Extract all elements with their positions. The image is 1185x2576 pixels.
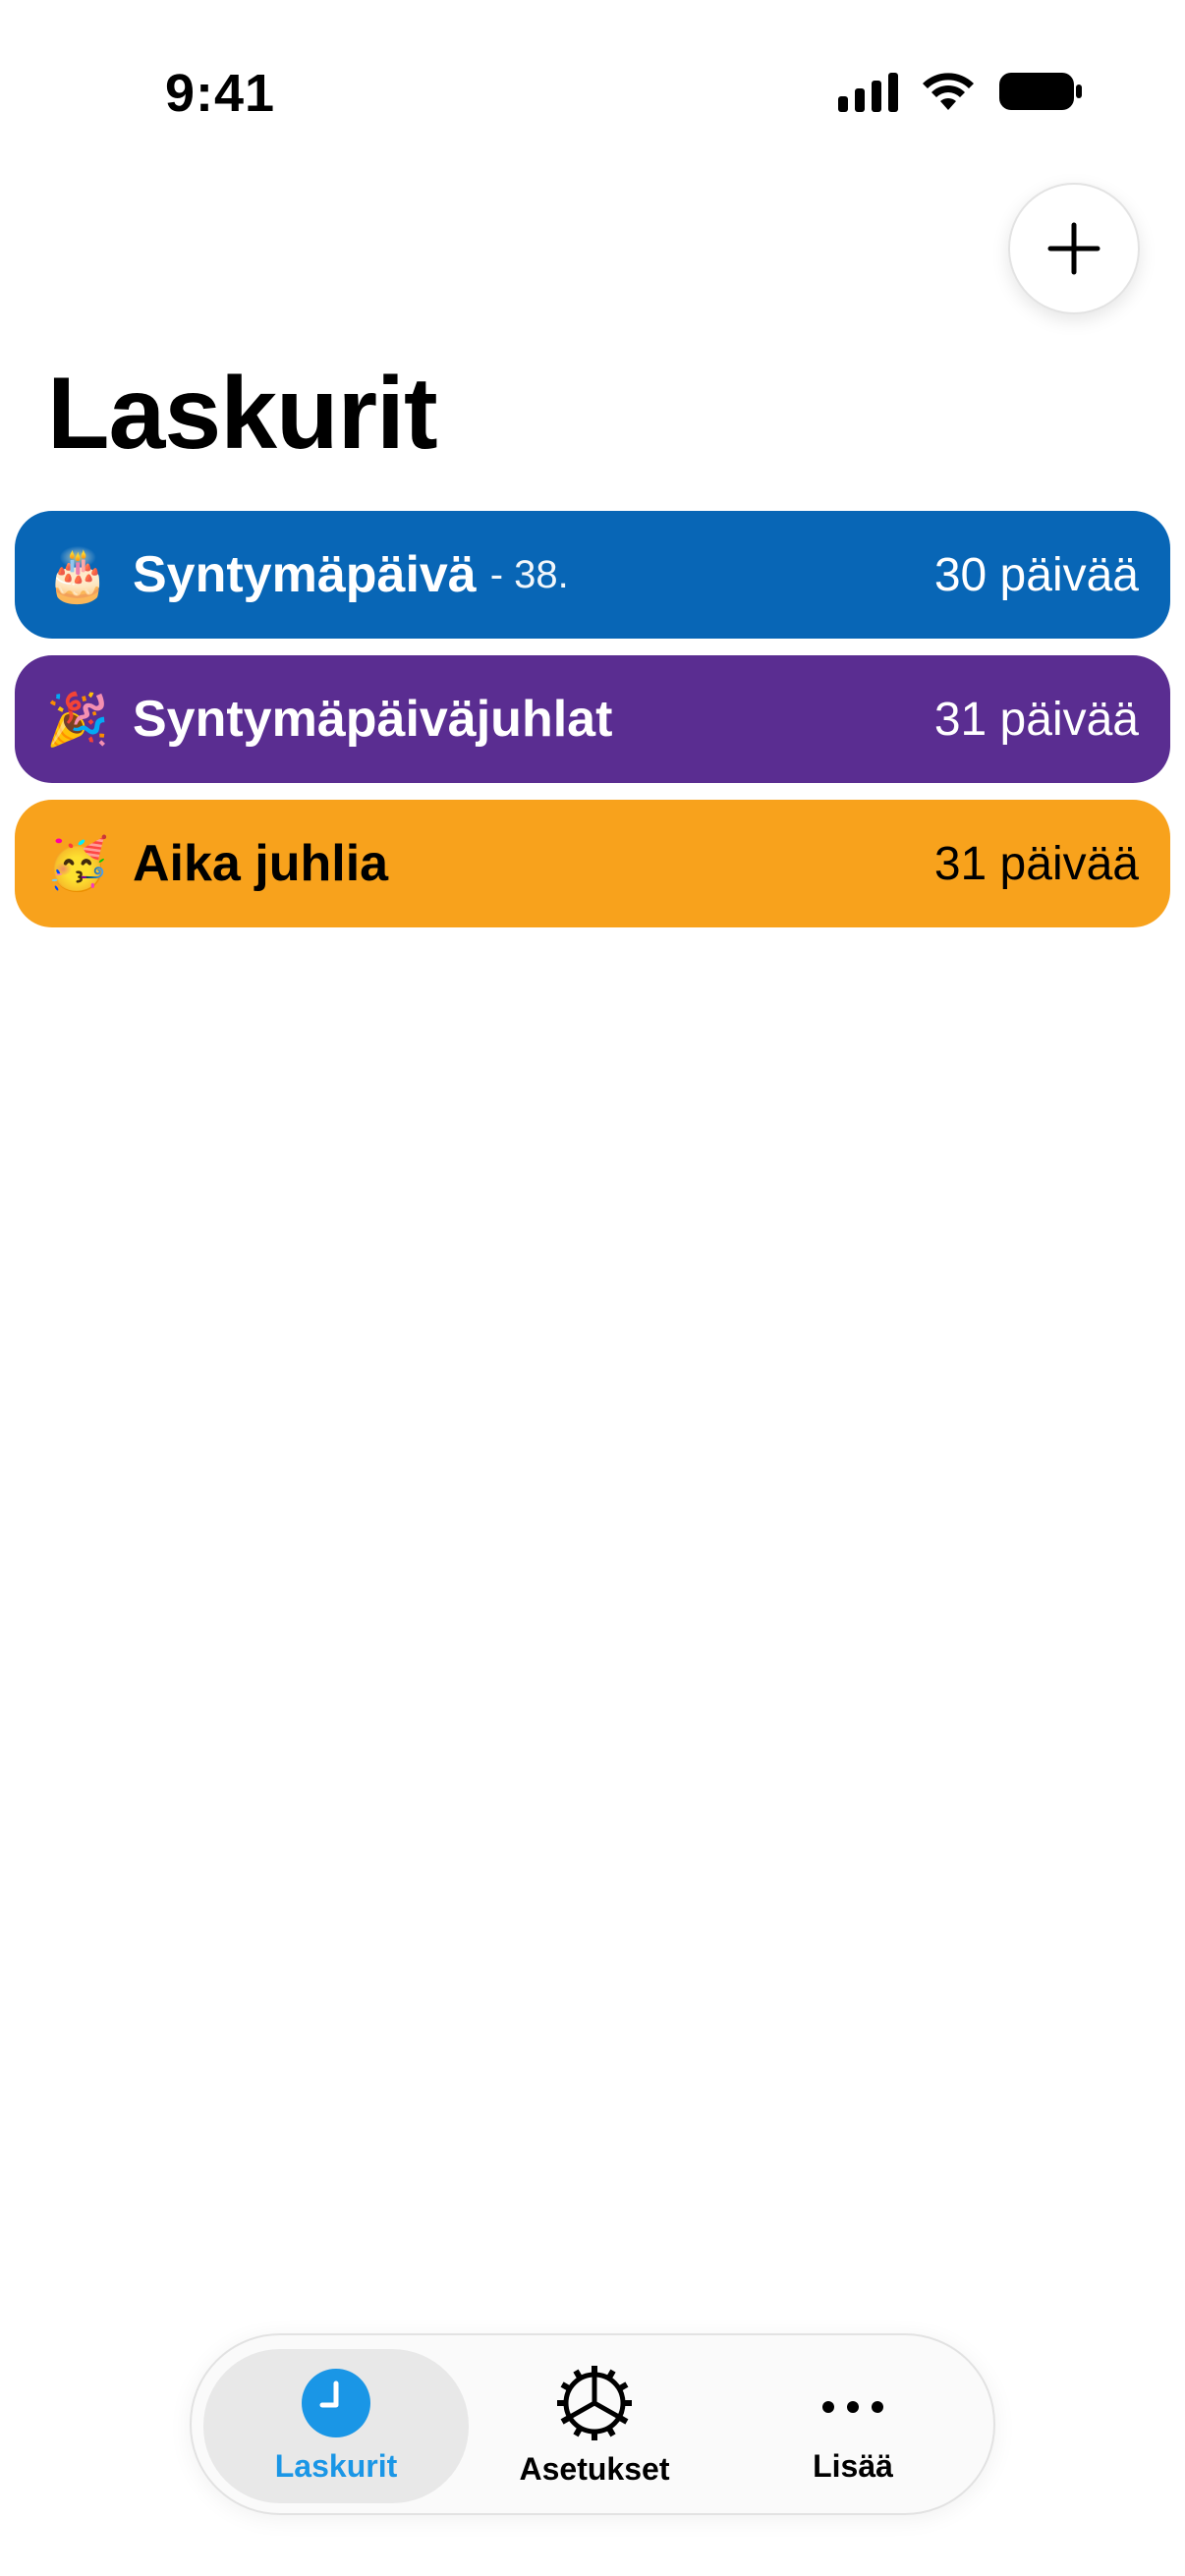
- add-counter-button[interactable]: [1008, 183, 1140, 314]
- counter-list: 🎂 Syntymäpäivä - 38. 30 päivää 🎉 Syntymä…: [15, 511, 1170, 944]
- page-title: Laskurit: [47, 357, 438, 471]
- counter-row-party-time[interactable]: 🥳 Aika juhlia 31 päivää: [15, 800, 1170, 927]
- tab-asetukset[interactable]: Asetukset: [462, 2349, 727, 2503]
- counter-name: Syntymäpäiväjuhlat: [133, 691, 613, 748]
- counter-subtitle: - 38.: [489, 552, 569, 596]
- tab-label: Lisää: [813, 2448, 893, 2484]
- status-icons: [838, 71, 1083, 112]
- counter-row-birthday[interactable]: 🎂 Syntymäpäivä - 38. 30 päivää: [15, 511, 1170, 639]
- plus-icon: [1047, 222, 1100, 275]
- tab-laskurit[interactable]: Laskurit: [203, 2349, 469, 2503]
- wifi-icon: [920, 71, 977, 112]
- counter-name: Aika juhlia: [133, 835, 389, 892]
- counter-days: 30 päivää: [933, 548, 1139, 601]
- tab-label: Laskurit: [274, 2448, 398, 2484]
- party-face-icon: 🥳: [45, 834, 110, 894]
- counter-row-birthday-party[interactable]: 🎉 Syntymäpäiväjuhlat 31 päivää: [15, 655, 1170, 783]
- more-icon: [822, 2401, 883, 2413]
- gear-icon: [557, 2366, 632, 2440]
- clock-icon: [302, 2369, 370, 2437]
- tab-bar: Laskurit Asetukset Lisää: [190, 2333, 995, 2515]
- counter-days: 31 päivää: [933, 837, 1139, 890]
- tab-lisaa[interactable]: Lisää: [720, 2349, 986, 2503]
- cake-icon: 🎂: [45, 545, 110, 605]
- party-popper-icon: 🎉: [45, 690, 110, 750]
- tab-label: Asetukset: [519, 2451, 670, 2487]
- cellular-signal-icon: [838, 71, 898, 112]
- counter-name: Syntymäpäivä: [133, 546, 477, 603]
- status-bar: 9:41: [0, 0, 1185, 196]
- counter-days: 31 päivää: [933, 693, 1139, 746]
- battery-icon: [998, 71, 1083, 112]
- status-time: 9:41: [165, 64, 276, 123]
